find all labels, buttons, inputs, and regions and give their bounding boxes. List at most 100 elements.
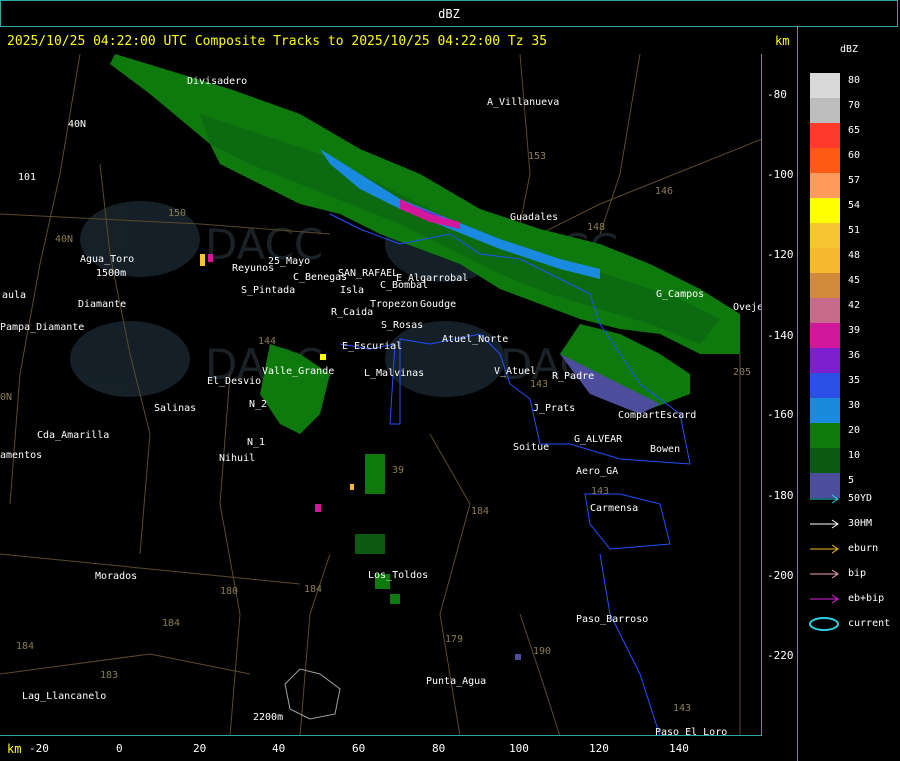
place-label: 1500m: [96, 268, 126, 279]
km-bottom-label: km: [7, 742, 22, 756]
place-label: A_Villanueva: [487, 97, 559, 108]
x-tick: 20: [193, 742, 207, 755]
place-label: N_2: [249, 399, 267, 410]
legend-value: 65: [848, 125, 861, 136]
track-arrow-icon: [810, 569, 839, 579]
place-label: Tropezon: [370, 299, 418, 310]
legend-track-label: 30HM: [848, 518, 873, 529]
place-label: SAN_RAFAEL: [338, 268, 398, 279]
legend-swatch: [810, 273, 840, 298]
place-label: V_Atuel: [494, 366, 536, 377]
place-label: Goudge: [420, 299, 456, 310]
legend-value: 35: [848, 375, 861, 386]
legend: dBZ 80 70 65 60 57 54 51 48 45 42 39 36 35 30 20 10 5 50Y…: [800, 28, 898, 760]
y-tick: -180: [767, 489, 794, 502]
road-number-label: 184: [16, 641, 34, 652]
legend-track-label: 50YD: [848, 493, 873, 504]
legend-swatch: [810, 448, 840, 473]
place-label: Nihuil: [219, 453, 255, 464]
x-tick: 120: [589, 742, 609, 755]
current-ellipse-icon: [809, 617, 839, 631]
y-tick: -220: [767, 649, 794, 662]
place-label: Isla: [340, 285, 364, 296]
legend-track-label: current: [848, 618, 891, 629]
place-label: 101: [18, 172, 36, 183]
y-tick: -80: [767, 88, 787, 101]
legend-swatch: [810, 423, 840, 448]
x-tick: 140: [669, 742, 689, 755]
legend-value: 45: [848, 275, 861, 286]
y-tick: -120: [767, 248, 794, 261]
place-label: R_Caida: [331, 307, 373, 318]
place-label: S_Pintada: [241, 285, 295, 296]
place-label: Salinas: [154, 403, 196, 414]
y-tick: -200: [767, 569, 794, 582]
place-label: Lag_Llancanelo: [22, 691, 106, 702]
legend-value: 5: [848, 475, 855, 486]
y-tick: -100: [767, 168, 794, 181]
place-label: El_Desvio: [207, 376, 261, 387]
road-number-label: 179: [445, 634, 463, 645]
place-label: aula: [2, 290, 26, 301]
place-label: Aero_GA: [576, 466, 618, 477]
place-label: 40N: [68, 119, 86, 130]
place-label: J_Prats: [533, 403, 575, 414]
road-number-label: 39: [392, 465, 404, 476]
legend-value: 54: [848, 200, 861, 211]
place-label: G_ALVEAR: [574, 434, 623, 445]
x-tick: 80: [432, 742, 446, 755]
road-number-label: 148: [587, 222, 605, 233]
contour: [284, 668, 341, 720]
place-label: amentos: [0, 450, 42, 461]
y-tick: -160: [767, 408, 794, 421]
place-label: Pampa_Diamante: [0, 322, 84, 333]
legend-value: 57: [848, 175, 861, 186]
road-number-label: 0N: [0, 392, 12, 403]
x-tick: 0: [116, 742, 123, 755]
legend-swatch: [810, 373, 840, 398]
place-label: 25_Mayo: [268, 256, 310, 267]
legend-swatch: [810, 98, 840, 123]
legend-swatch: [810, 198, 840, 223]
legend-swatch: [810, 298, 840, 323]
legend-value: 70: [848, 100, 861, 111]
place-label: Bowen: [650, 444, 680, 455]
legend-value: 60: [848, 150, 861, 161]
legend-title: dBZ: [840, 44, 859, 55]
place-label: Punta_Agua: [426, 676, 486, 687]
track-arrow-icon: [810, 544, 839, 554]
road-number-label: 184: [471, 506, 489, 517]
x-tick: -20: [29, 742, 49, 755]
legend-swatch: [810, 173, 840, 198]
legend-value: 39: [848, 325, 861, 336]
place-label: Diamante: [78, 299, 126, 310]
legend-swatch: [810, 73, 840, 98]
road-number-label: 153: [528, 151, 546, 162]
place-label: N_1: [247, 437, 265, 448]
road-number-label: 180: [220, 586, 238, 597]
legend-swatch: [810, 348, 840, 373]
place-label: G_Campos: [656, 289, 704, 300]
road-number-label: 40N: [55, 234, 73, 245]
place-label: Divisadero: [187, 76, 247, 87]
legend-track-label: eb+bip: [848, 593, 885, 604]
track-arrow-icon: [810, 519, 839, 529]
place-label: 2200m: [253, 712, 283, 723]
place-label: R_Padre: [552, 371, 594, 382]
place-label: Ovejer: [733, 302, 762, 313]
road-number-label: 150: [168, 208, 186, 219]
km-top-label: km: [775, 34, 790, 48]
legend-value: 20: [848, 425, 861, 436]
legend-value: 51: [848, 225, 861, 236]
track-arrow-icon: [810, 594, 839, 604]
x-tick: 40: [272, 742, 286, 755]
road-number-label: 146: [655, 186, 673, 197]
legend-track-label: eburn: [848, 543, 879, 554]
x-tick: 100: [509, 742, 529, 755]
place-label: CompartEscard: [618, 410, 696, 421]
place-label: Paso_Barroso: [576, 614, 648, 625]
track-arrow-icon: [810, 494, 839, 504]
road-number-label: 144: [258, 336, 276, 347]
radar-map[interactable]: DACC DACC DACC DACC: [0, 54, 762, 736]
place-label: S_Rosas: [381, 320, 423, 331]
